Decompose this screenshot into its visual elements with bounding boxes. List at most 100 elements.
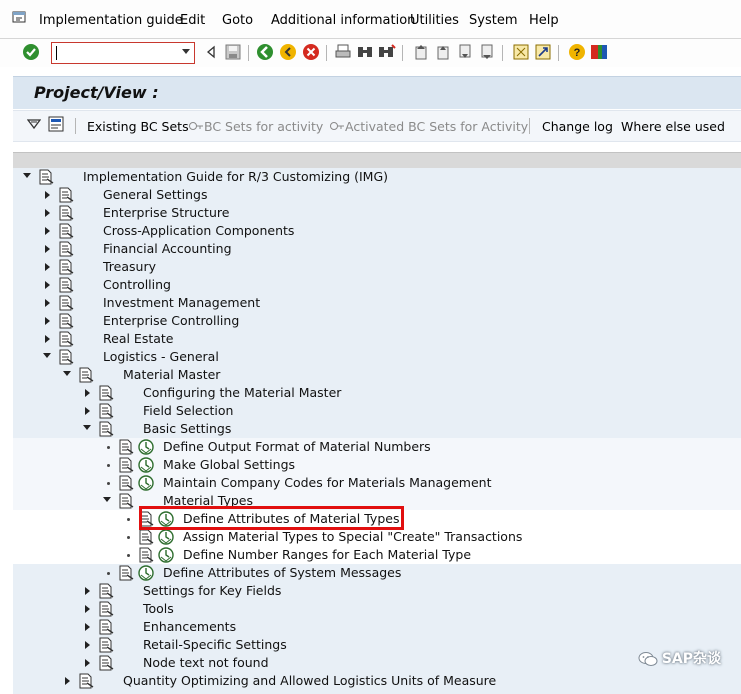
documentation-icon[interactable] [98,655,114,671]
tree-node[interactable]: Quantity Optimizing and Allowed Logistic… [13,672,741,690]
find-icon[interactable] [356,43,374,61]
exit-icon[interactable] [279,43,297,61]
documentation-icon[interactable] [98,601,114,617]
tree-node[interactable]: Field Selection [13,402,741,420]
tree-node-label[interactable]: Define Attributes of System Messages [163,565,401,580]
tree-node-label[interactable]: Define Number Ranges for Each Material T… [183,547,471,562]
collapsed-node-icon[interactable] [45,317,50,325]
tree-node-label[interactable]: General Settings [103,187,208,202]
tree-node[interactable]: Define Attributes of System Messages [13,564,741,582]
menu-edit[interactable]: Edit [180,13,205,28]
tree-node[interactable]: Cross-Application Components [13,222,741,240]
customize-layout-icon[interactable] [590,43,608,61]
first-page-icon[interactable] [412,43,430,61]
menu-help[interactable]: Help [529,13,559,28]
tree-node-label[interactable]: Make Global Settings [163,457,295,472]
tree-node-label[interactable]: Implementation Guide for R/3 Customizing… [83,169,388,184]
documentation-icon[interactable] [118,493,134,509]
documentation-icon[interactable] [38,169,54,185]
documentation-icon[interactable] [58,241,74,257]
menu-goto[interactable]: Goto [222,13,253,28]
tree-node-label[interactable]: Enterprise Controlling [103,313,239,328]
collapsed-node-icon[interactable] [85,641,90,649]
tree-node[interactable]: Retail-Specific Settings [13,636,741,654]
documentation-icon[interactable] [58,349,74,365]
collapsed-node-icon[interactable] [45,191,50,199]
collapsed-node-icon[interactable] [65,677,70,685]
documentation-icon[interactable] [58,331,74,347]
tree-node-label[interactable]: Tools [143,601,174,616]
execute-activity-icon[interactable] [138,439,154,455]
collapsed-node-icon[interactable] [45,245,50,253]
tree-node-label[interactable]: Material Master [123,367,220,382]
tree-node[interactable]: Enterprise Structure [13,204,741,222]
execute-activity-icon[interactable] [158,529,174,545]
documentation-icon[interactable] [138,529,154,545]
tree-node[interactable]: Implementation Guide for R/3 Customizing… [13,168,741,186]
tree-node[interactable]: Settings for Key Fields [13,582,741,600]
execute-activity-icon[interactable] [158,547,174,563]
change-log-button[interactable]: Change log [542,119,613,134]
tree-node[interactable]: General Settings [13,186,741,204]
where-else-used-button[interactable]: Where else used [621,119,725,134]
tree-node[interactable]: Make Global Settings [13,456,741,474]
tree-node-label[interactable]: Controlling [103,277,171,292]
shortcut-icon[interactable] [534,43,552,61]
collapsed-node-icon[interactable] [85,587,90,595]
expanded-node-icon[interactable] [23,173,31,178]
documentation-icon[interactable] [98,619,114,635]
tree-node[interactable]: Define Output Format of Material Numbers [13,438,741,456]
tree-node-label[interactable]: Financial Accounting [103,241,232,256]
tree-node-label[interactable]: Settings for Key Fields [143,583,281,598]
collapsed-node-icon[interactable] [45,209,50,217]
back-arrow-icon[interactable] [202,43,220,61]
tree-node-label[interactable]: Enhancements [143,619,236,634]
tree-node-label[interactable]: Investment Management [103,295,260,310]
last-page-icon[interactable] [478,43,496,61]
cancel-icon[interactable] [302,43,320,61]
tree-node-label[interactable]: Logistics - General [103,349,219,364]
existing-bc-sets-button[interactable]: Existing BC Sets [87,119,189,134]
documentation-icon[interactable] [78,673,94,689]
collapsed-node-icon[interactable] [85,407,90,415]
tree-node[interactable]: Material Master [13,366,741,384]
documentation-icon[interactable] [98,583,114,599]
documentation-icon[interactable] [58,313,74,329]
tree-node-label[interactable]: Define Output Format of Material Numbers [163,439,431,454]
documentation-icon[interactable] [58,277,74,293]
command-field[interactable] [51,42,195,64]
tree-node[interactable]: Define Number Ranges for Each Material T… [13,546,741,564]
system-menu-icon[interactable] [12,11,26,25]
menu-system[interactable]: System [469,13,517,28]
find-next-icon[interactable] [378,43,396,61]
documentation-icon[interactable] [58,205,74,221]
previous-page-icon[interactable] [434,43,452,61]
expanded-node-icon[interactable] [63,371,71,376]
execute-activity-icon[interactable] [138,457,154,473]
documentation-icon[interactable] [118,565,134,581]
help-icon[interactable]: ? [568,43,586,61]
collapsed-node-icon[interactable] [85,605,90,613]
tree-node-label[interactable]: Basic Settings [143,421,231,436]
tree-node[interactable]: Enterprise Controlling [13,312,741,330]
save-icon[interactable] [224,43,242,61]
expand-subtree-icon[interactable] [25,115,43,133]
tree-node[interactable]: Configuring the Material Master [13,384,741,402]
print-icon[interactable] [334,43,352,61]
chevron-down-icon[interactable] [182,49,190,54]
documentation-icon[interactable] [98,403,114,419]
documentation-icon[interactable] [58,187,74,203]
tree-node[interactable]: Enhancements [13,618,741,636]
documentation-icon[interactable] [98,385,114,401]
documentation-icon[interactable] [98,421,114,437]
menu-utilities[interactable]: Utilities [410,13,459,28]
documentation-icon[interactable] [58,259,74,275]
tree-node-label[interactable]: Node text not found [143,655,269,670]
collapsed-node-icon[interactable] [45,281,50,289]
tree-node[interactable]: Financial Accounting [13,240,741,258]
tree-node[interactable]: Basic Settings [13,420,741,438]
tree-node[interactable]: Node text not found [13,654,741,672]
enter-icon[interactable] [22,43,40,61]
tree-node-label[interactable]: Maintain Company Codes for Materials Man… [163,475,491,490]
tree-node[interactable]: Maintain Company Codes for Materials Man… [13,474,741,492]
